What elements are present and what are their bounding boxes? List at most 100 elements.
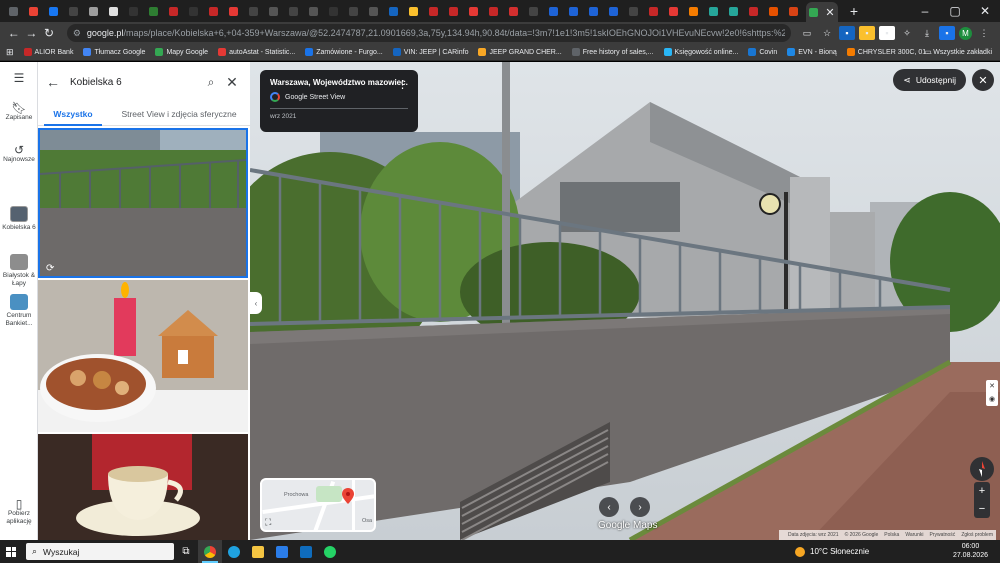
expand-map-icon[interactable]: ⛶ — [265, 517, 271, 528]
bookmark-item[interactable]: Mapy Google — [155, 48, 208, 56]
bookmark-item[interactable]: Free history of sales,... — [571, 48, 654, 56]
tab-favicon[interactable] — [504, 3, 523, 19]
zoom-out-button[interactable]: − — [974, 500, 990, 518]
taskbar-whatsapp[interactable] — [318, 540, 342, 563]
tab-favicon[interactable] — [324, 3, 343, 19]
tab-favicon[interactable] — [564, 3, 583, 19]
street-view-panorama[interactable]: Warszawa, Województwo mazowiec... ⋮ Goog… — [250, 62, 1000, 540]
bookmark-item[interactable]: Covin — [748, 48, 777, 56]
search-icon[interactable]: ⌕ — [200, 75, 222, 90]
close-icon[interactable]: ✕ — [222, 74, 242, 91]
tab-favicon[interactable] — [544, 3, 563, 19]
back-icon[interactable]: ← — [6, 26, 22, 40]
taskbar-explorer[interactable] — [246, 540, 270, 563]
tab-favicon[interactable] — [604, 3, 623, 19]
recent-place-centrum[interactable]: Centrum Bankiet... — [0, 294, 38, 328]
share-button[interactable]: ⋖ Udostępnij — [893, 69, 966, 91]
back-arrow-icon[interactable]: ← — [46, 74, 64, 90]
new-tab-icon[interactable]: + — [846, 3, 862, 19]
extension-icon[interactable]: ▪ — [839, 26, 855, 40]
extensions-puzzle-icon[interactable]: ✧ — [899, 26, 915, 40]
attribution-privacy[interactable]: Prywatność — [929, 532, 955, 538]
menu-button[interactable]: ☰ — [0, 72, 38, 84]
tab-favicon[interactable] — [524, 3, 543, 19]
compass-button[interactable] — [970, 457, 994, 481]
street-view-source[interactable]: Google Street View — [270, 92, 408, 102]
active-tab[interactable]: ✕ — [806, 2, 838, 22]
taskbar-chrome[interactable] — [198, 540, 222, 563]
capture-date[interactable]: wrz 2021 — [270, 113, 408, 120]
bookmark-item[interactable]: ALIOR Bank — [23, 48, 73, 56]
bookmark-item[interactable]: VIN: JEEP | CARinfo — [392, 48, 468, 56]
tab-favicon[interactable] — [84, 3, 103, 19]
tab-favicon[interactable] — [584, 3, 603, 19]
tab-favicon[interactable] — [704, 3, 723, 19]
recent-place-bialystok[interactable]: Białystok & Łapy — [0, 254, 38, 288]
bookmark-item[interactable]: CHRYSLER 300C, 01... — [846, 48, 932, 56]
tab-favicon[interactable] — [724, 3, 743, 19]
tab-favicon[interactable] — [64, 3, 83, 19]
apps-grid-icon[interactable]: ⊞ — [6, 47, 14, 58]
forward-icon[interactable]: → — [24, 26, 40, 40]
tab-favicon[interactable] — [444, 3, 463, 19]
taskbar-edge[interactable] — [222, 540, 246, 563]
tab-favicon[interactable] — [404, 3, 423, 19]
report-problem-link[interactable]: Zgłoś problem — [961, 532, 993, 538]
tab-favicon[interactable] — [364, 3, 383, 19]
tab-favicon[interactable] — [344, 3, 363, 19]
tab-favicon[interactable] — [644, 3, 663, 19]
bookmark-item[interactable]: autoAstat - Statistic... — [218, 48, 295, 56]
previous-arrow-button[interactable]: ‹ — [599, 497, 619, 517]
attribution-terms[interactable]: Warunki — [905, 532, 923, 538]
photo-candle[interactable] — [38, 280, 248, 432]
tab-favicon[interactable] — [784, 3, 803, 19]
photo-tea-cup[interactable] — [38, 434, 248, 540]
tab-favicon[interactable] — [144, 3, 163, 19]
collapse-panel-button[interactable]: ‹ — [250, 292, 262, 314]
cast-icon[interactable]: ▭ — [799, 26, 815, 40]
downloads-icon[interactable]: ⤓ — [919, 26, 935, 40]
tab-favicon[interactable] — [384, 3, 403, 19]
tab-all[interactable]: Wszystko — [38, 102, 108, 126]
weather-widget[interactable]: 10°C Słonecznie — [795, 540, 869, 563]
tab-favicon[interactable] — [184, 3, 203, 19]
tab-favicon[interactable] — [224, 3, 243, 19]
site-info-icon[interactable]: ⚙ — [73, 28, 81, 39]
minimize-icon[interactable]: – — [910, 4, 940, 18]
more-options-icon[interactable]: ⋮ — [397, 78, 408, 91]
search-input[interactable]: Kobielska 6 — [64, 77, 200, 88]
taskbar-search[interactable]: ⌕ Wyszukaj — [26, 543, 174, 560]
bookmark-item[interactable]: Tłumacz Google — [83, 48, 145, 56]
bookmark-item[interactable]: JEEP GRAND CHER... — [478, 48, 562, 56]
chrome-menu-icon[interactable]: ⋮ — [976, 26, 992, 40]
all-bookmarks[interactable]: ▭ Wszystkie zakładki — [925, 48, 992, 56]
profile-avatar[interactable]: M — [959, 26, 972, 40]
photo-street-view[interactable]: ⟳ — [38, 128, 248, 278]
tab-street-view[interactable]: Street View i zdjęcia sferyczne — [108, 102, 250, 125]
tab-favicon[interactable] — [684, 3, 703, 19]
recent-place-kobielska[interactable]: Kobielska 6 — [0, 206, 38, 232]
recent-button[interactable]: ↺ Najnowsze — [0, 144, 38, 164]
tab-favicon[interactable] — [424, 3, 443, 19]
extension-icon[interactable]: ▪ — [879, 26, 895, 40]
tab-favicon[interactable] — [24, 3, 43, 19]
extension-icon[interactable]: ▪ — [939, 26, 955, 40]
tab-favicon[interactable] — [464, 3, 483, 19]
taskbar-store[interactable] — [270, 540, 294, 563]
tab-favicon[interactable] — [124, 3, 143, 19]
side-widget[interactable]: ✕ ◉ — [986, 380, 998, 406]
window-close-icon[interactable]: ✕ — [970, 4, 1000, 18]
reload-icon[interactable]: ↻ — [41, 26, 57, 40]
tab-favicon[interactable] — [624, 3, 643, 19]
tab-favicon[interactable] — [4, 3, 23, 19]
extension-icon[interactable]: ▪ — [859, 26, 875, 40]
address-bar[interactable]: ⚙ google.pl/maps/place/Kobielska+6,+04-3… — [66, 24, 791, 42]
tab-favicon[interactable] — [104, 3, 123, 19]
close-street-view-button[interactable]: ✕ — [972, 69, 994, 91]
tab-favicon[interactable] — [164, 3, 183, 19]
mini-map[interactable]: Prochowa Osa ⛶ — [260, 478, 376, 532]
attribution-country[interactable]: Polska — [884, 532, 899, 538]
start-button[interactable] — [0, 546, 22, 557]
bookmark-star-icon[interactable]: ☆ — [819, 26, 835, 40]
system-clock[interactable]: 06:00 27.08.2026 — [953, 542, 988, 560]
